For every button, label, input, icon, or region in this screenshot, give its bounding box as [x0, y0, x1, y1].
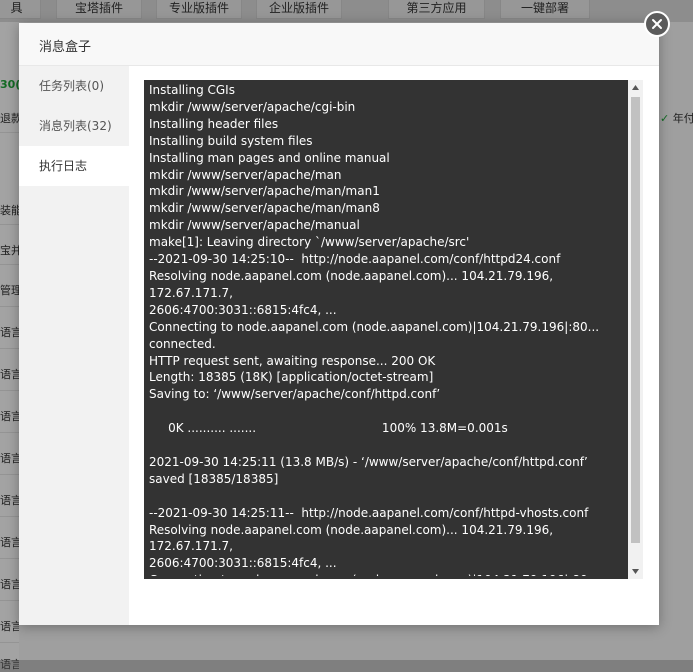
log-line: Installing man pages and online manual [149, 150, 390, 165]
scrollbar-thumb[interactable] [631, 97, 640, 543]
modal-title: 消息盒子 [39, 40, 92, 55]
close-button[interactable] [644, 11, 670, 37]
scroll-up-button[interactable] [628, 80, 643, 95]
log-line: mkdir /www/server/apache/man/man1 [149, 184, 380, 199]
log-line: 2606:4700:3031::6815:4fc4, ... [149, 556, 337, 571]
log-line: saved [18385/18385] [149, 471, 279, 486]
log-line: mkdir /www/server/apache/man/man8 [149, 201, 380, 216]
log-line: connected. [149, 336, 216, 351]
log-line: 2606:4700:3031::6815:4fc4, ... [149, 302, 337, 317]
log-line: Resolving node.aapanel.com (node.aapanel… [149, 522, 557, 554]
modal-body: Installing CGIs mkdir /www/server/apache/… [129, 66, 659, 625]
log-line: --2021-09-30 14:25:10-- http://node.aapa… [149, 252, 561, 267]
log-line: 2021-09-30 14:25:11 (13.8 MB/s) - ‘/www/… [149, 454, 588, 469]
sidebar-item-execution-log[interactable]: 执行日志 [19, 146, 129, 186]
triangle-up-icon [632, 85, 639, 90]
log-output: Installing CGIs mkdir /www/server/apache/… [149, 82, 623, 576]
log-line: mkdir /www/server/apache/manual [149, 218, 360, 233]
log-line: Resolving node.aapanel.com (node.aapanel… [149, 268, 557, 300]
log-line: Installing build system files [149, 133, 313, 148]
sidebar-item-label: 执行日志 [39, 159, 88, 173]
sidebar-item-label: 任务列表(0) [39, 79, 104, 93]
log-line: Saving to: ‘/www/server/apache/conf/http… [149, 387, 441, 402]
log-line: Connecting to node.aapanel.com (node.aap… [149, 319, 600, 334]
log-line: mkdir /www/server/apache/cgi-bin [149, 99, 356, 114]
execution-log-console[interactable]: Installing CGIs mkdir /www/server/apache/… [144, 80, 643, 579]
log-line: --2021-09-30 14:25:11-- http://node.aapa… [149, 505, 589, 520]
sidebar-item-task-list[interactable]: 任务列表(0) [19, 66, 129, 106]
sidebar-item-message-list[interactable]: 消息列表(32) [19, 106, 129, 146]
modal-sidebar: 任务列表(0) 消息列表(32) 执行日志 [19, 66, 129, 625]
log-line: Length: 18385 (18K) [application/octet-s… [149, 370, 434, 385]
message-box-modal: 消息盒子 任务列表(0) 消息列表(32) 执行日志 Installing CG… [19, 11, 670, 625]
triangle-down-icon [632, 569, 639, 574]
close-icon [652, 19, 662, 29]
log-line: mkdir /www/server/apache/man [149, 167, 342, 182]
sidebar-item-label: 消息列表(32) [39, 119, 112, 133]
modal-header: 消息盒子 [19, 23, 659, 66]
log-line: Installing CGIs [149, 83, 235, 97]
log-line: make[1]: Leaving directory `/www/server/… [149, 235, 470, 250]
log-line: Installing header files [149, 116, 279, 131]
log-line: 0K .......... ....... 100% 13.8M=0.001s [149, 421, 508, 436]
scroll-down-button[interactable] [628, 564, 643, 579]
log-scrollbar[interactable] [628, 80, 643, 579]
log-line: HTTP request sent, awaiting response... … [149, 353, 436, 368]
log-line: Connecting to node.aapanel.com (node.aap… [149, 572, 623, 576]
